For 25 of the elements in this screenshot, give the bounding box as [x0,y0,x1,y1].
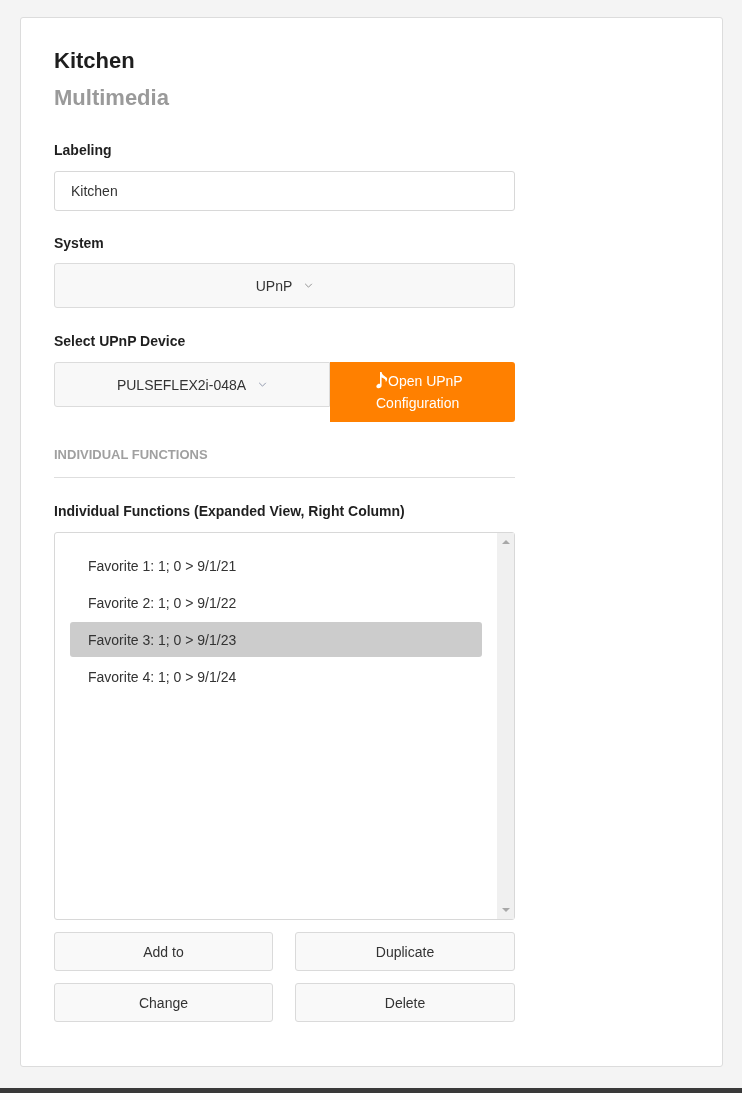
scroll-down-arrow-icon[interactable] [501,908,510,912]
function-list-item[interactable]: Favorite 3: 1; 0 > 9/1/23 [70,622,482,657]
function-list-item[interactable]: Favorite 4: 1; 0 > 9/1/24 [70,659,482,694]
function-list-item[interactable]: Favorite 2: 1; 0 > 9/1/22 [70,585,482,620]
field-label: Labeling [54,141,112,160]
function-list-item[interactable]: Favorite 1: 1; 0 > 9/1/21 [70,548,482,583]
music-note-icon [376,371,388,389]
action-button[interactable]: Change [54,983,273,1022]
action-button[interactable]: Add to [54,932,273,971]
scroll-up-arrow-icon[interactable] [501,540,510,544]
functions-list[interactable]: Favorite 1: 1; 0 > 9/1/21 Favorite 2: 1; 0 > 9/1/22 Favorite 3: 1; 0 > 9/1/23 Favorite 4: 1; 0 > 9/1/24 [54,532,515,920]
action-button[interactable]: Delete [295,983,515,1022]
system-select[interactable]: UPnP [54,263,515,308]
chevron-down-icon [258,382,268,387]
page-title: Kitchen [54,47,135,75]
scrollbar[interactable] [497,533,514,919]
labeling-input[interactable]: Kitchen [54,171,515,211]
field-label: Select UPnP Device [54,332,186,351]
field-label: Individual Functions (Expanded View, Right Column) [54,502,405,521]
action-button[interactable]: Duplicate [295,932,515,971]
device-select[interactable]: PULSEFLEX2i-048A [54,362,330,407]
page-subtitle: Multimedia [54,84,169,112]
chevron-down-icon [304,283,314,288]
section-heading: INDIVIDUAL FUNCTIONS [54,446,208,464]
field-label: System [54,234,104,253]
